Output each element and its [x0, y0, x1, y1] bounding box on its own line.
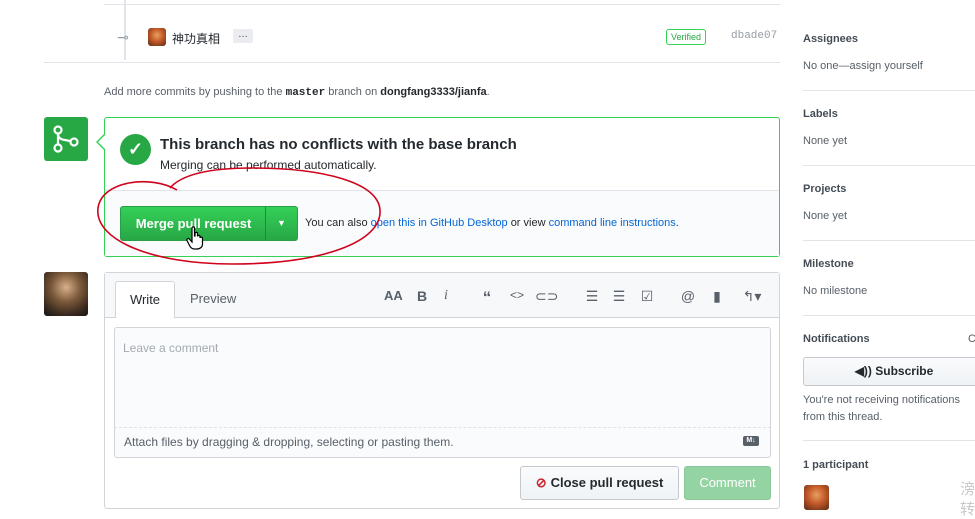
- unmute-icon: ◀)): [854, 364, 872, 378]
- markdown-icon[interactable]: M↓: [743, 436, 759, 446]
- notifications-status-text: You're not receiving notifications from …: [803, 394, 961, 423]
- quote-icon[interactable]: “: [478, 288, 496, 308]
- git-merge-icon: [44, 117, 88, 161]
- annotation-circle: [97, 167, 381, 265]
- ordered-list-icon[interactable]: ☰: [610, 288, 628, 305]
- merge-box-pointer-inner: [98, 135, 105, 149]
- unordered-list-icon[interactable]: ☰: [583, 288, 601, 305]
- subscribe-button[interactable]: ◀)) Subscribe: [803, 357, 975, 386]
- push-note: Add more commits by pushing to the maste…: [104, 86, 490, 99]
- assignees-heading[interactable]: Assignees: [803, 33, 858, 45]
- merge-help-suffix: .: [675, 217, 679, 229]
- merge-help-mid: or view: [510, 217, 546, 229]
- sidebar-divider: [803, 90, 975, 91]
- sidebar-divider: [803, 165, 975, 166]
- hand-cursor-icon: [186, 226, 204, 256]
- sidebar-divider: [803, 240, 975, 241]
- commit-expand-button[interactable]: …: [233, 29, 253, 43]
- user-avatar[interactable]: [44, 272, 88, 316]
- command-line-link[interactable]: command line instructions: [549, 217, 676, 229]
- notifications-heading: Notifications: [803, 333, 870, 345]
- close-pull-request-button[interactable]: ⊘ Close pull request: [520, 466, 679, 500]
- bold-icon[interactable]: B: [413, 288, 431, 304]
- comment-placeholder: Leave a comment: [123, 341, 219, 355]
- notifications-customize-link[interactable]: C: [968, 333, 975, 345]
- mention-icon[interactable]: @: [679, 288, 697, 304]
- comment-button[interactable]: Comment: [684, 466, 771, 500]
- projects-value: None yet: [803, 210, 848, 222]
- commit-sha-link[interactable]: dbade07: [731, 30, 777, 42]
- comment-textarea[interactable]: Leave a comment: [114, 327, 771, 429]
- commit-list-border: [104, 4, 780, 5]
- reply-icon[interactable]: ↰▾: [738, 288, 766, 305]
- close-pull-request-label: Close pull request: [550, 475, 664, 490]
- labels-value: None yet: [803, 135, 848, 147]
- divider: [44, 62, 780, 63]
- code-icon[interactable]: <>: [508, 288, 526, 302]
- watermark-char: 转: [960, 501, 975, 518]
- push-note-prefix: Add more commits by pushing to the: [104, 86, 283, 98]
- italic-icon[interactable]: i: [437, 288, 455, 304]
- header-text-icon[interactable]: AA: [384, 288, 403, 303]
- commit-dot-icon: ⊸: [117, 29, 129, 45]
- tab-write[interactable]: Write: [115, 281, 175, 318]
- milestone-value: No milestone: [803, 285, 868, 297]
- projects-heading[interactable]: Projects: [803, 183, 846, 195]
- repo-name: dongfang3333/jianfa: [380, 86, 487, 98]
- task-list-icon[interactable]: ☑: [638, 288, 656, 305]
- branch-name: master: [285, 87, 326, 99]
- issue-closed-icon: ⊘: [535, 475, 547, 490]
- participant-avatar[interactable]: [804, 485, 829, 510]
- bookmark-icon[interactable]: ▮: [708, 288, 726, 305]
- watermark-char: 滂: [960, 481, 975, 498]
- sidebar-divider: [803, 315, 975, 316]
- labels-heading[interactable]: Labels: [803, 108, 838, 120]
- commit-message[interactable]: 神功真相: [172, 30, 220, 47]
- sidebar-divider: [803, 440, 975, 441]
- verified-badge[interactable]: Verified: [666, 29, 707, 45]
- participants-heading: 1 participant: [803, 459, 869, 471]
- link-icon[interactable]: ⊂⊃: [535, 288, 558, 305]
- push-note-mid: branch on: [328, 86, 378, 98]
- commit-author-avatar[interactable]: [148, 28, 166, 46]
- attach-files-text[interactable]: Attach files by dragging & dropping, sel…: [124, 435, 454, 449]
- merge-status-title: This branch has no conflicts with the ba…: [160, 136, 517, 153]
- push-note-suffix: .: [486, 86, 490, 98]
- subscribe-label: Subscribe: [875, 364, 934, 378]
- tab-preview[interactable]: Preview: [190, 281, 236, 317]
- milestone-heading[interactable]: Milestone: [803, 258, 854, 270]
- assignees-value[interactable]: No one—assign yourself: [803, 60, 923, 72]
